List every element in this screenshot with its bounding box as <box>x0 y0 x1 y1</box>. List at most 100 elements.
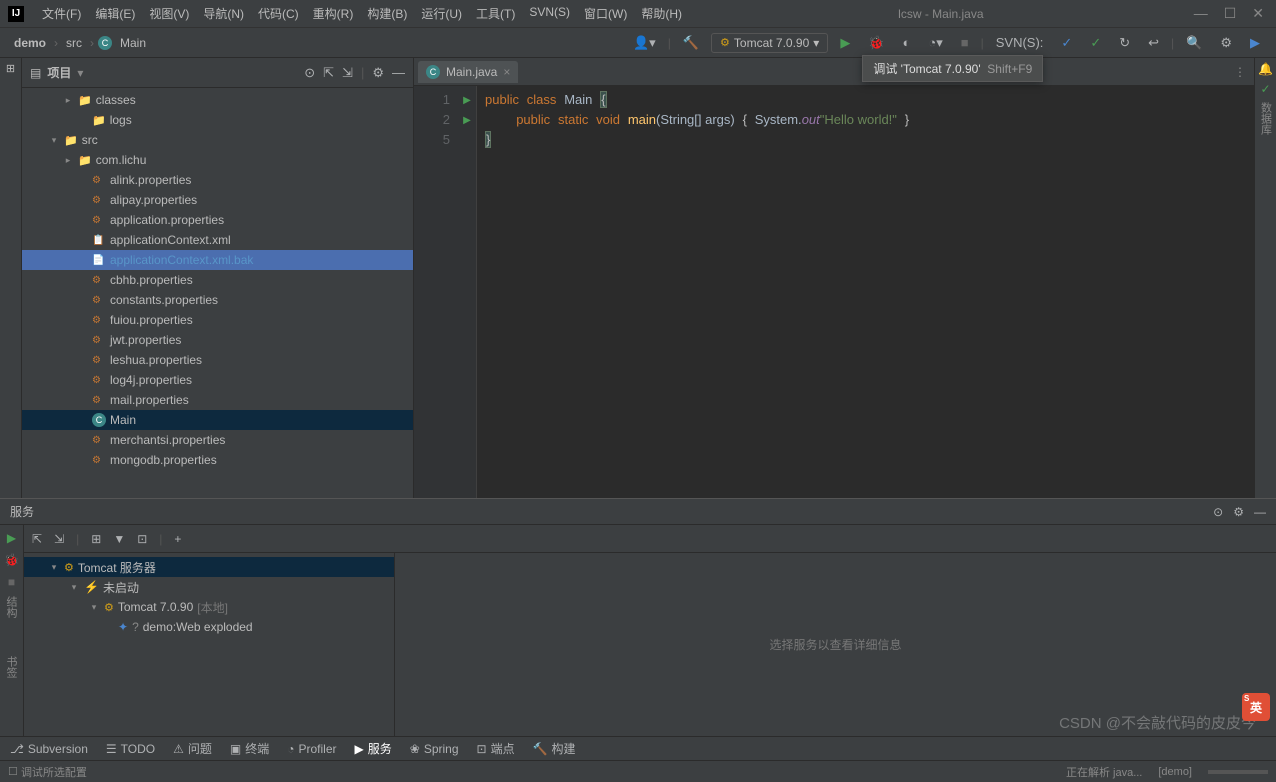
gear-icon[interactable]: ⚙ <box>1233 505 1244 519</box>
layout-icon[interactable]: ⊡ <box>137 532 147 546</box>
menu-7[interactable]: 运行(U) <box>415 3 468 24</box>
chevron-down-icon[interactable]: ▾ <box>77 66 83 80</box>
rollback-icon[interactable]: ↩ <box>1142 33 1165 53</box>
svn-update-icon[interactable]: ✓ <box>1055 33 1078 53</box>
tree-item[interactable]: ⚙mail.properties <box>22 390 413 410</box>
tree-item[interactable]: ▸📁classes <box>22 90 413 110</box>
minimize-icon[interactable]: — <box>1194 5 1208 22</box>
bottom-终端[interactable]: ▣ 终端 <box>230 740 269 757</box>
collapse-all-icon[interactable]: ⇲ <box>342 65 353 81</box>
menu-4[interactable]: 代码(C) <box>252 3 305 24</box>
tree-item[interactable]: ⚙constants.properties <box>22 290 413 310</box>
settings-icon[interactable]: ⚙ <box>1214 33 1238 53</box>
menu-9[interactable]: SVN(S) <box>523 3 576 24</box>
tree-server[interactable]: ▾⚙ Tomcat 7.0.90 [本地] <box>24 597 394 617</box>
run-button[interactable]: ▶ <box>834 33 856 53</box>
tree-item[interactable]: ⚙mongodb.properties <box>22 450 413 470</box>
menu-0[interactable]: 文件(F) <box>36 3 87 24</box>
menu-5[interactable]: 重构(R) <box>307 3 360 24</box>
user-icon[interactable]: 👤▾ <box>627 33 662 53</box>
services-tree[interactable]: ▾⚙ Tomcat 服务器 ▾⚡ 未启动 ▾⚙ Tomcat 7.0.90 [本… <box>24 553 394 736</box>
tree-artifact[interactable]: ✦? demo:Web exploded <box>24 617 394 637</box>
tree-tomcat-root[interactable]: ▾⚙ Tomcat 服务器 <box>24 557 394 577</box>
expand-icon[interactable]: ⇱ <box>32 532 42 546</box>
bottom-构建[interactable]: 🔨 构建 <box>533 740 576 757</box>
add-icon[interactable]: + <box>174 532 181 546</box>
tree-item[interactable]: ⚙log4j.properties <box>22 370 413 390</box>
close-icon[interactable]: ✕ <box>1252 5 1264 22</box>
tab-menu-icon[interactable]: ⋮ <box>1234 65 1246 79</box>
expand-all-icon[interactable]: ⇱ <box>323 65 334 81</box>
tree-item[interactable]: CMain <box>22 410 413 430</box>
code-editor[interactable]: public class Main { public static void m… <box>476 86 1254 498</box>
database-tool[interactable]: 数据库 <box>1258 102 1274 135</box>
hide-icon[interactable]: — <box>1254 505 1266 519</box>
hide-icon[interactable]: — <box>392 65 405 81</box>
svn-commit-icon[interactable]: ✓ <box>1084 33 1107 53</box>
locate-icon[interactable]: ⊙ <box>304 65 315 81</box>
search-icon[interactable]: 🔍 <box>1180 33 1208 53</box>
menu-11[interactable]: 帮助(H) <box>635 3 688 24</box>
ide-icon[interactable]: ▶ <box>1244 33 1266 53</box>
tree-item[interactable]: ⚙alink.properties <box>22 170 413 190</box>
breadcrumb-src[interactable]: src <box>62 34 86 52</box>
menu-3[interactable]: 导航(N) <box>197 3 250 24</box>
tree-item[interactable]: ⚙jwt.properties <box>22 330 413 350</box>
breadcrumb-root[interactable]: demo <box>10 34 50 52</box>
status-module: [demo] <box>1158 766 1192 778</box>
locate-icon[interactable]: ⊙ <box>1213 505 1223 519</box>
tree-item[interactable]: 📋applicationContext.xml <box>22 230 413 250</box>
history-icon[interactable]: ↻ <box>1113 33 1136 53</box>
bookmarks-tool[interactable]: 书签 <box>3 656 19 678</box>
tree-item[interactable]: ⚙fuiou.properties <box>22 310 413 330</box>
run-button[interactable]: ▶ <box>7 531 16 545</box>
bottom-Profiler[interactable]: ◔ Profiler <box>287 742 336 756</box>
run-gutter-icon[interactable]: ▶ <box>458 110 476 130</box>
tree-item[interactable]: ▾📁src <box>22 130 413 150</box>
menu-1[interactable]: 编辑(E) <box>89 3 141 24</box>
tree-item[interactable]: ⚙alipay.properties <box>22 190 413 210</box>
run-gutter-icon[interactable]: ▶ <box>458 90 476 110</box>
tree-item[interactable]: 📁logs <box>22 110 413 130</box>
menu-2[interactable]: 视图(V) <box>143 3 195 24</box>
stop-button[interactable]: ■ <box>8 575 15 589</box>
tree-status[interactable]: ▾⚡ 未启动 <box>24 577 394 597</box>
run-config-selector[interactable]: ⚙ Tomcat 7.0.90 ▾ <box>711 33 828 53</box>
tree-item[interactable]: ⚙cbhb.properties <box>22 270 413 290</box>
tree-item[interactable]: 📄applicationContext.xml.bak <box>22 250 413 270</box>
debug-button[interactable]: 🐞 调试 'Tomcat 7.0.90' Shift+F9 <box>862 33 890 53</box>
services-sidebar: ▶ 🐞 ■ <box>0 525 24 736</box>
menu-8[interactable]: 工具(T) <box>470 3 521 24</box>
inspection-ok-icon[interactable]: ✓ <box>1260 82 1270 96</box>
bottom-Subversion[interactable]: ⎇ Subversion <box>10 742 88 756</box>
profile-button[interactable]: ◔▾ <box>922 33 948 53</box>
tree-item[interactable]: ⚙leshua.properties <box>22 350 413 370</box>
bottom-Spring[interactable]: ❀ Spring <box>410 742 459 756</box>
bottom-问题[interactable]: ⚠ 问题 <box>173 740 212 757</box>
breadcrumb-file[interactable]: Main <box>116 34 150 52</box>
tree-item[interactable]: ▸📁com.lichu <box>22 150 413 170</box>
tree-item[interactable]: ⚙merchantsi.properties <box>22 430 413 450</box>
debug-button[interactable]: 🐞 <box>4 553 19 567</box>
group-icon[interactable]: ⊞ <box>91 532 101 546</box>
build-icon[interactable]: 🔨 <box>677 33 705 53</box>
collapse-icon[interactable]: ⇲ <box>54 532 64 546</box>
project-tree[interactable]: ▸📁classes📁logs▾📁src▸📁com.lichu⚙alink.pro… <box>22 88 413 498</box>
maximize-icon[interactable]: ☐ <box>1224 5 1237 22</box>
tree-item[interactable]: ⚙application.properties <box>22 210 413 230</box>
structure-tool[interactable]: 结构 <box>3 596 19 618</box>
bottom-服务[interactable]: ▶ 服务 <box>355 740 392 757</box>
close-icon[interactable]: × <box>503 65 510 79</box>
ime-badge[interactable]: S英 <box>1242 693 1270 721</box>
bottom-端点[interactable]: ⊡ 端点 <box>477 740 515 757</box>
menu-10[interactable]: 窗口(W) <box>578 3 633 24</box>
bottom-TODO[interactable]: ☰ TODO <box>106 742 155 756</box>
gear-icon[interactable]: ⚙ <box>372 65 384 81</box>
project-tool-icon[interactable]: ⊞ <box>6 62 15 75</box>
coverage-button[interactable]: ◐ <box>897 33 917 52</box>
filter-icon[interactable]: ▼ <box>113 532 125 546</box>
menu-6[interactable]: 构建(B) <box>361 3 413 24</box>
notifications-icon[interactable]: 🔔 <box>1258 62 1273 76</box>
stop-button[interactable]: ■ <box>955 33 975 52</box>
tab-main-java[interactable]: C Main.java × <box>418 61 518 83</box>
